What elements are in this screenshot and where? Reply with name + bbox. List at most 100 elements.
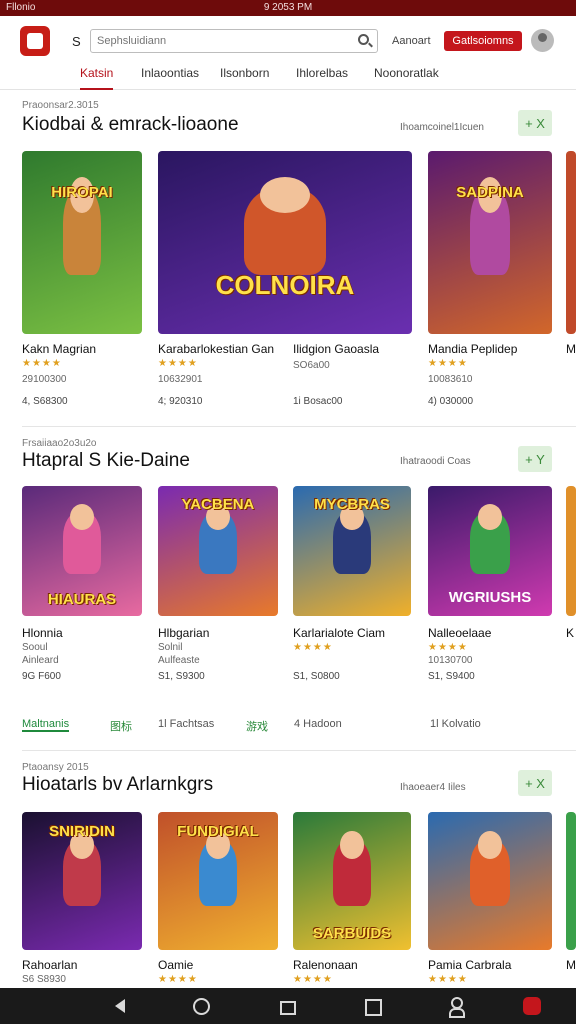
game-card-peek[interactable]	[566, 812, 576, 950]
game-banner: SARBUIDS	[312, 924, 392, 942]
home-circle-icon[interactable]	[191, 996, 211, 1016]
game-card[interactable]: WGRIUSHS	[428, 486, 552, 616]
game-card-peek[interactable]	[566, 151, 576, 334]
status-bar: Fllonio 9 2053 PM	[0, 0, 576, 16]
section-kicker: Praoonsar2.3015	[22, 100, 99, 111]
game-title[interactable]: Hlbgarian	[158, 626, 209, 640]
game-subtitle: SO6a00	[293, 360, 330, 371]
filter-chip-active[interactable]: Maltnanis	[22, 718, 70, 732]
game-card[interactable]: YACBENA	[158, 486, 278, 616]
game-title[interactable]: Mandia Peplidep	[428, 342, 517, 356]
game-rating: ★★★★	[428, 358, 468, 369]
game-price: S1, S0800	[293, 671, 340, 682]
game-title[interactable]: Rahoarlan	[22, 958, 77, 972]
game-banner: SADPINA	[456, 183, 524, 201]
game-rating: ★★★★	[293, 974, 333, 985]
game-banner: HIAURAS	[47, 591, 117, 609]
tab-2[interactable]: Ilsonborn	[220, 66, 269, 90]
game-price: 4) 030000	[428, 396, 474, 407]
game-title[interactable]: Ilidgion Gaoasla	[293, 342, 379, 356]
search-input[interactable]	[97, 33, 347, 49]
section-add-button[interactable]: + Y	[518, 446, 552, 472]
recents-icon[interactable]	[362, 996, 382, 1016]
character-head	[340, 831, 364, 859]
tab-3[interactable]: Ihlorelbas	[296, 66, 348, 90]
game-card[interactable]: HIROPAI	[22, 151, 142, 334]
filter-chip[interactable]: 1l Fachtsas	[158, 718, 214, 730]
game-price: 4; 920310	[158, 396, 203, 407]
app-icon[interactable]	[522, 996, 542, 1016]
game-title-peek[interactable]: M	[566, 342, 576, 356]
filter-chip[interactable]: 图标	[110, 718, 132, 734]
game-card[interactable]: SARBUIDS	[293, 812, 411, 950]
game-card-peek[interactable]	[566, 486, 576, 616]
tab-0[interactable]: Katsin	[80, 66, 114, 90]
game-banner: SNIRIDIN	[49, 823, 115, 841]
tab-1[interactable]: Inlaoontias	[141, 66, 199, 90]
game-title[interactable]: Ralenonaan	[293, 958, 358, 972]
section-kicker: Ptaoansy 2015	[22, 762, 89, 773]
section-arcade: Ptaoansy 2015 Hioatarls bv Arlarnkgrs Ih…	[0, 758, 576, 988]
character-head	[70, 504, 94, 531]
game-card[interactable]	[428, 812, 552, 950]
game-subtitle: 10632901	[158, 374, 203, 385]
game-subtitle: Solnil	[158, 642, 183, 653]
game-card[interactable]: MYCBRAS	[293, 486, 411, 616]
game-card[interactable]: COLNOIRA	[158, 151, 412, 334]
game-price: 4, S68300	[22, 396, 68, 407]
game-title[interactable]: Pamia Carbrala	[428, 958, 511, 972]
game-banner: FUNDIGIAL	[177, 823, 259, 841]
game-title[interactable]: Oamie	[158, 958, 193, 972]
filter-chip[interactable]: 4 Hadoon	[294, 718, 342, 730]
game-subtitle: 29100300	[22, 374, 67, 385]
house-icon[interactable]	[277, 996, 297, 1016]
game-title[interactable]: Karabarlokestian Gan	[158, 342, 274, 356]
game-price: 1i Bosac00	[293, 396, 343, 407]
filter-chip[interactable]: 1l Kolvatio	[430, 718, 481, 730]
game-card[interactable]: SADPINA	[428, 151, 552, 334]
game-rating: ★★★★	[158, 358, 198, 369]
avatar[interactable]	[531, 29, 554, 52]
game-title-peek[interactable]: M	[566, 958, 576, 972]
game-subtitle: Sooul	[22, 642, 48, 653]
profile-icon[interactable]	[446, 996, 466, 1018]
menu-glyph[interactable]: S	[72, 34, 81, 49]
section-meta: Ihoamcoinel1Icuen	[400, 122, 484, 133]
game-banner: YACBENA	[181, 496, 255, 514]
section-add-button[interactable]: + X	[518, 770, 552, 796]
game-title[interactable]: Karlarialote Ciam	[293, 626, 385, 640]
game-card[interactable]: HIAURAS	[22, 486, 142, 616]
game-banner: COLNOIRA	[215, 270, 355, 301]
game-card[interactable]: SNIRIDIN	[22, 812, 142, 950]
game-price: S1, S9400	[428, 671, 475, 682]
game-rating: ★★★★	[428, 642, 468, 653]
filter-bar: Maltnanis 图标 1l Fachtsas 游戏 4 Hadoon 1l …	[0, 712, 576, 740]
game-extra: Ainleard	[22, 655, 59, 666]
search-bar[interactable]	[90, 29, 378, 53]
game-title[interactable]: Kakn Magrian	[22, 342, 96, 356]
app-logo[interactable]	[20, 26, 50, 56]
game-title[interactable]: Nalleoelaae	[428, 626, 491, 640]
system-nav-bar	[0, 988, 576, 1024]
section-title: Kiodbai & emrack-lioaone	[22, 114, 239, 135]
search-icon[interactable]	[358, 34, 369, 45]
section-add-button[interactable]: + X	[518, 110, 552, 136]
account-link[interactable]: Aanoart	[392, 35, 431, 47]
section-popular: Frsaiiaao2o3u2o Htapral S Kie-Daine Ihat…	[0, 434, 576, 694]
filter-chip[interactable]: 游戏	[246, 718, 268, 734]
section-meta: Ihatraoodi Coas	[400, 456, 471, 467]
section-meta: Ihaoeaer4 Iiles	[400, 782, 466, 793]
game-subtitle: 10083610	[428, 374, 473, 385]
game-title[interactable]: Hlonnia	[22, 626, 63, 640]
back-icon[interactable]	[110, 996, 130, 1016]
section-title: Hioatarls bv Arlarnkgrs	[22, 774, 214, 795]
cta-button[interactable]: Gatlsoiomns	[444, 31, 522, 51]
game-rating: ★★★★	[22, 358, 62, 369]
game-rating: ★★★★	[293, 642, 333, 653]
game-title-peek[interactable]: K	[566, 626, 574, 640]
game-card[interactable]: FUNDIGIAL	[158, 812, 278, 950]
tab-4[interactable]: Noonoratlak	[374, 66, 439, 90]
game-rating: ★★★★	[428, 974, 468, 985]
section-kicker: Frsaiiaao2o3u2o	[22, 438, 97, 449]
character-head	[477, 831, 503, 859]
